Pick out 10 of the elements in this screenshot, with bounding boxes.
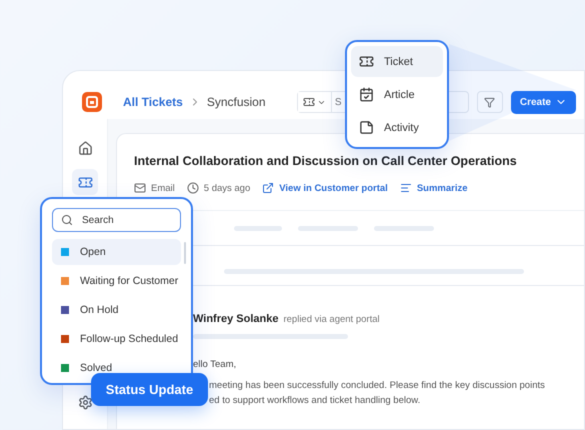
reply-action: replied via agent portal [283,314,380,325]
time-label: 5 days ago [186,182,250,194]
status-update-tooltip: Status Update [91,373,208,406]
reply-author: Winfrey Solanke [193,313,278,325]
channel-label: Email [134,182,175,194]
reply-text: ed to support workflows and ticket handling below. [209,395,422,406]
reply-text: meeting has been successfully concluded. Please find the key discussion points [209,380,546,391]
reply-greeting: ello Team, [193,359,238,370]
ticket-title: Internal Collaboration and Discussion on Call Center Operations [134,154,518,168]
breadcrumb-current: Syncfusion [206,95,266,109]
